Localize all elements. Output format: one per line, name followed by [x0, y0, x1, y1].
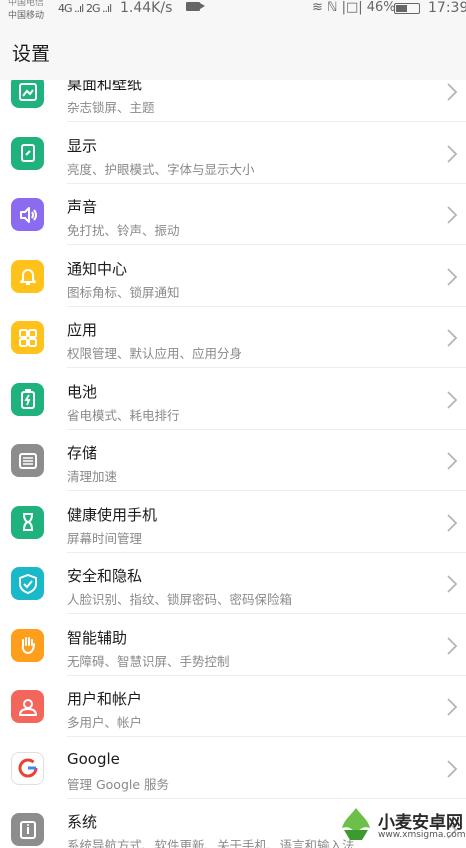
settings-row-label: 电池: [67, 382, 98, 401]
settings-row-subtitle: 系统导航方式、软件更新、关于手机、语言和输入法: [67, 838, 355, 848]
settings-row[interactable]: 健康使用手机 屏幕时间管理: [0, 492, 466, 553]
watermark-logo: [342, 808, 370, 840]
chevron-right-icon: [447, 513, 458, 532]
watermark-site: www.xmsigma.com: [378, 830, 466, 840]
settings-row[interactable]: 存储 清理加速: [0, 430, 466, 491]
settings-row-subtitle: 无障碍、智慧识屏、手势控制: [67, 653, 230, 669]
sound-icon: [11, 198, 44, 231]
chevron-right-icon: [447, 575, 458, 593]
settings-row-label: 安全和隐私: [67, 567, 143, 585]
settings-row-subtitle: 清理加速: [67, 469, 118, 484]
settings-row-label: 智能辅助: [67, 628, 128, 647]
settings-row[interactable]: 智能辅助无障碍、智慧识屏、手势控制: [0, 615, 466, 676]
shield-icon: [11, 567, 44, 600]
chevron-right-icon: [447, 206, 458, 224]
settings-row-subtitle: 人脸识别、指纹、锁屏密码、密码保险箱: [67, 592, 293, 607]
chevron-right-icon: [447, 452, 458, 470]
user-icon: [11, 690, 44, 723]
chevron-right-icon: [447, 83, 458, 101]
settings-list[interactable]: 桌面和壁纸杂志锁屏、主题显示亮度、护眼模式、字体与显示大小 声音免打扰、铃声、振动…: [0, 80, 466, 848]
settings-row-subtitle: 多用户、帐户: [67, 715, 143, 730]
network-speed: 1.44K/s: [120, 0, 173, 16]
bell-icon: [11, 259, 44, 293]
status-bar: 中国电信 中国移动 4G ..ıl 2G ..ıl 1.44K/s ≋ ℕ |□…: [0, 0, 466, 22]
settings-row-subtitle: 省电模式、耗电排行: [67, 407, 180, 423]
chevron-right-icon: [447, 698, 458, 716]
settings-row[interactable]: 通知中心图标角标、锁屏通知: [0, 246, 466, 307]
settings-row[interactable]: Google 管理 Google 服务: [0, 738, 466, 799]
settings-row[interactable]: 应用权限管理、默认应用、应用分身: [0, 307, 466, 368]
google-icon: [11, 751, 44, 785]
storage-icon: [11, 444, 44, 477]
clock: 17:39: [428, 0, 466, 16]
status-icons: ≋ ℕ |□| 46%: [312, 0, 396, 15]
settings-row-label: 存储: [67, 444, 98, 462]
chevron-right-icon: [447, 636, 458, 655]
carrier-secondary: 中国电信: [8, 0, 45, 8]
settings-row-subtitle: 免打扰、铃声、振动: [67, 223, 180, 238]
settings-row[interactable]: 桌面和壁纸杂志锁屏、主题: [0, 80, 466, 122]
settings-row[interactable]: 安全和隐私人脸识别、指纹、锁屏密码、密码保险箱: [0, 553, 466, 614]
settings-row-subtitle: 屏幕时间管理: [67, 530, 143, 546]
chevron-right-icon: [447, 267, 458, 286]
app-header: 设置: [0, 22, 466, 80]
video-icon: [186, 2, 205, 11]
battery-icon: [394, 3, 420, 14]
settings-row[interactable]: 电池省电模式、耗电排行: [0, 369, 466, 430]
settings-row[interactable]: 声音免打扰、铃声、振动: [0, 184, 466, 245]
settings-row-subtitle: 管理 Google 服务: [67, 776, 170, 792]
page-title: 设置: [12, 43, 51, 65]
settings-row-subtitle: 权限管理、默认应用、应用分身: [67, 346, 243, 361]
settings-row-label: 应用: [67, 321, 98, 339]
settings-row-subtitle: 图标角标、锁屏通知: [67, 284, 180, 300]
settings-row-label: Google: [67, 749, 120, 768]
signal-1-icon: 4G ..ıl: [58, 2, 84, 15]
chevron-right-icon: [447, 329, 458, 347]
apps-grid-icon: [11, 321, 44, 354]
hand-icon: [11, 628, 44, 662]
watermark: 小麦安卓网 www.xmsigma.com: [336, 802, 466, 848]
display-icon: [11, 136, 44, 170]
settings-row-label: 桌面和壁纸: [67, 80, 143, 93]
settings-row-subtitle: 杂志锁屏、主题: [67, 100, 155, 115]
system-info-icon: [11, 813, 44, 846]
chevron-right-icon: [447, 144, 458, 163]
wallpaper-icon: [11, 80, 44, 108]
battery-icon: [11, 382, 44, 416]
chevron-right-icon: [447, 390, 458, 409]
settings-row-label: 通知中心: [67, 259, 128, 278]
settings-row-subtitle: 亮度、护眼模式、字体与显示大小: [67, 161, 255, 177]
hourglass-icon: [11, 505, 44, 539]
settings-row[interactable]: 用户和帐户多用户、帐户: [0, 676, 466, 737]
settings-row-label: 健康使用手机: [67, 505, 158, 524]
carrier-name: 中国移动: [8, 11, 45, 21]
settings-row-label: 用户和帐户: [67, 690, 143, 708]
settings-row-label: 显示: [67, 136, 98, 155]
settings-row[interactable]: 显示亮度、护眼模式、字体与显示大小: [0, 123, 466, 184]
settings-row-label: 系统: [67, 813, 98, 831]
signal-2-icon: 2G ..ıl: [86, 2, 112, 15]
settings-row-label: 声音: [67, 198, 98, 216]
chevron-right-icon: [447, 759, 458, 778]
